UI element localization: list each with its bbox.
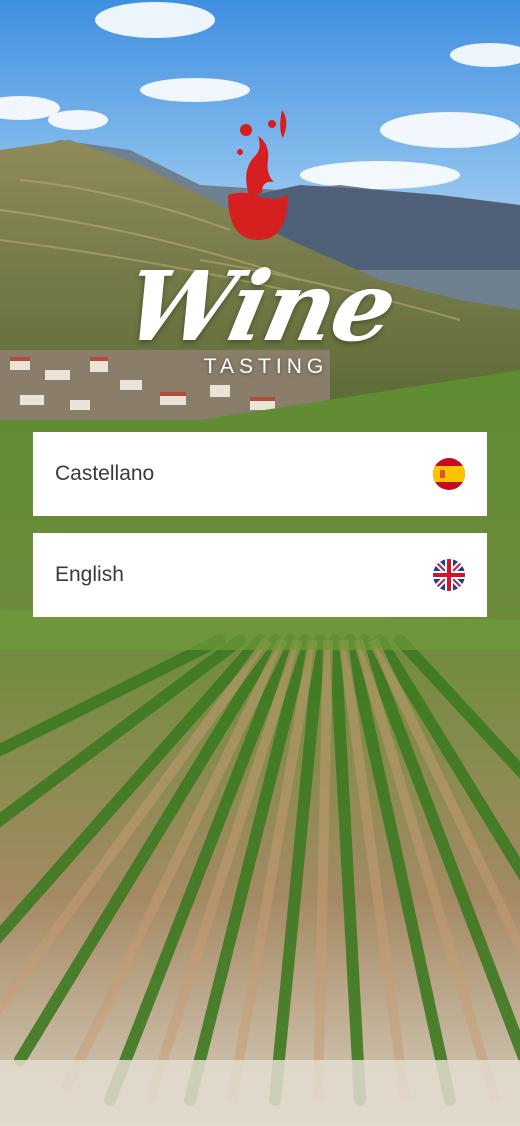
wine-splash-icon — [228, 110, 288, 240]
language-label: Castellano — [55, 462, 155, 485]
spain-flag-icon — [433, 458, 465, 490]
language-option-english[interactable]: English — [33, 533, 487, 617]
language-list: Castellano English — [33, 432, 487, 634]
uk-flag-icon — [433, 559, 465, 591]
language-label: English — [55, 563, 124, 586]
language-select-screen: Wine TASTING Castellano English — [0, 0, 520, 1126]
logo-title: Wine — [115, 250, 405, 363]
app-logo: Wine TASTING — [0, 100, 520, 390]
language-option-castellano[interactable]: Castellano — [33, 432, 487, 516]
logo-subtitle: TASTING — [203, 355, 329, 378]
